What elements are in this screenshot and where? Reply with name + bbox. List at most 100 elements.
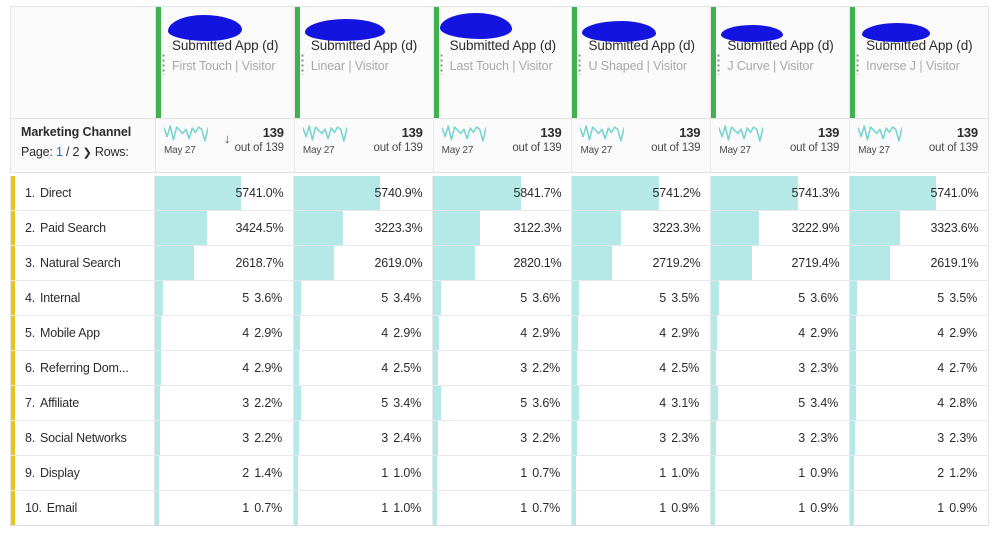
value-cell[interactable]: 1 1.0% [294,456,433,490]
table-row[interactable]: 10. Email 1 0.7% 1 1.0% 1 0.7% 1 0.9% 1 0.9% 1 0.9% [10,491,989,526]
table-row[interactable]: 7. Affiliate 3 2.2% 5 3.4% 5 3.6% 4 3.1% 5 3.4% 4 2.8… [10,386,989,421]
row-dimension-cell[interactable]: 5. Mobile App [10,316,155,350]
dimension-header-cell[interactable]: Marketing Channel Page: 1 / 2 ❯ Rows: [11,119,156,172]
chevron-right-icon[interactable]: ❯ [83,147,92,159]
value-cell[interactable]: 4 2.8% [850,386,989,420]
value-cell[interactable]: 5 3.4% [294,281,433,315]
value-cell[interactable]: 1 0.7% [433,456,572,490]
value-cell[interactable]: 32 22.9% [711,211,850,245]
value-cell[interactable]: 1 1.0% [294,491,433,525]
value-cell[interactable]: 26 19.1% [850,246,989,280]
row-dimension-cell[interactable]: 1. Direct [10,176,155,210]
value-cell[interactable]: 27 19.2% [572,246,711,280]
value-cell[interactable]: 5 3.5% [572,281,711,315]
metric-summary-6[interactable]: May 27 139 out of 139 [850,119,988,172]
row-dimension-cell[interactable]: 8. Social Networks [10,421,155,455]
table-row[interactable]: 5. Mobile App 4 2.9% 4 2.9% 4 2.9% 4 2.9% 4 2.9% 4 2.… [10,316,989,351]
metric-summary-3[interactable]: May 27 139 out of 139 [434,119,573,172]
column-drag-handle-icon[interactable] [856,53,860,75]
value-cell[interactable]: 1 1.0% [572,456,711,490]
value-cell[interactable]: 2 1.4% [155,456,294,490]
value-cell[interactable]: 57 41.2% [572,176,711,210]
value-cell[interactable]: 28 20.1% [433,246,572,280]
page-current[interactable]: 1 [56,145,63,159]
value-cell[interactable]: 5 3.6% [433,281,572,315]
column-header-3[interactable]: Submitted App (d) Last Touch | Visitor [433,7,573,118]
column-drag-handle-icon[interactable] [162,53,165,75]
metric-summary-2[interactable]: May 27 139 out of 139 [295,119,434,172]
value-cell[interactable]: 4 3.1% [572,386,711,420]
value-cell[interactable]: 4 2.5% [572,351,711,385]
row-dimension-cell[interactable]: 6. Referring Dom... [10,351,155,385]
table-row[interactable]: 1. Direct 57 41.0% 57 40.9% 58 41.7% 57 41.2% 57 41… [10,176,989,211]
value-cell[interactable]: 5 3.4% [711,386,850,420]
row-dimension-cell[interactable]: 10. Email [10,491,155,525]
value-cell[interactable]: 26 18.7% [155,246,294,280]
metric-summary-1[interactable]: May 27 ↓ 139 out of 139 [156,119,295,172]
column-header-2[interactable]: Submitted App (d) Linear | Visitor [294,7,434,118]
value-cell[interactable]: 4 2.9% [711,316,850,350]
table-row[interactable]: 8. Social Networks 3 2.2% 3 2.4% 3 2.2% 3 2.3% 3 2.… [10,421,989,456]
column-header-1[interactable]: Submitted App (d) First Touch | Visitor [156,7,295,118]
value-cell[interactable]: 3 2.2% [155,421,294,455]
value-cell[interactable]: 3 2.3% [711,351,850,385]
value-cell[interactable]: 5 3.4% [294,386,433,420]
column-drag-handle-icon[interactable] [300,53,304,75]
column-header-4[interactable]: Submitted App (d) U Shaped | Visitor [572,7,712,118]
value-cell[interactable]: 1 0.9% [711,491,850,525]
value-cell[interactable]: 32 23.3% [294,211,433,245]
value-cell[interactable]: 57 41.0% [850,176,989,210]
value-cell[interactable]: 5 3.6% [433,386,572,420]
value-cell[interactable]: 4 2.9% [155,316,294,350]
value-cell[interactable]: 1 0.7% [433,491,572,525]
value-cell[interactable]: 4 2.7% [850,351,989,385]
value-cell[interactable]: 1 0.9% [572,491,711,525]
value-cell[interactable]: 2 1.2% [850,456,989,490]
table-row[interactable]: 4. Internal 5 3.6% 5 3.4% 5 3.6% 5 3.5% 5 3.6% 5 3.5% [10,281,989,316]
value-cell[interactable]: 5 3.6% [711,281,850,315]
value-cell[interactable]: 4 2.9% [433,316,572,350]
value-cell[interactable]: 33 23.6% [850,211,989,245]
value-cell[interactable]: 57 40.9% [294,176,433,210]
column-header-5[interactable]: Submitted App (d) J Curve | Visitor [711,7,851,118]
row-dimension-cell[interactable]: 7. Affiliate [10,386,155,420]
row-dimension-cell[interactable]: 4. Internal [10,281,155,315]
table-row[interactable]: 9. Display 2 1.4% 1 1.0% 1 0.7% 1 1.0% 1 0.9% 2 1.2% [10,456,989,491]
value-cell[interactable]: 3 2.4% [294,421,433,455]
value-cell[interactable]: 4 2.9% [850,316,989,350]
value-cell[interactable]: 4 2.9% [572,316,711,350]
value-cell[interactable]: 3 2.3% [572,421,711,455]
row-dimension-cell[interactable]: 3. Natural Search [10,246,155,280]
value-cell[interactable]: 5 3.6% [155,281,294,315]
column-drag-handle-icon[interactable] [717,53,721,75]
value-cell[interactable]: 4 2.9% [294,316,433,350]
row-dimension-cell[interactable]: 9. Display [10,456,155,490]
value-cell[interactable]: 26 19.0% [294,246,433,280]
table-row[interactable]: 2. Paid Search 34 24.5% 32 23.3% 31 22.3% 32 23.3… [10,211,989,246]
value-cell[interactable]: 4 2.5% [294,351,433,385]
value-cell[interactable]: 31 22.3% [433,211,572,245]
table-row[interactable]: 3. Natural Search 26 18.7% 26 19.0% 28 20.1% 27 1… [10,246,989,281]
value-cell[interactable]: 27 19.4% [711,246,850,280]
value-cell[interactable]: 3 2.2% [433,421,572,455]
table-row[interactable]: 6. Referring Dom... 4 2.9% 4 2.5% 3 2.2% 4 2.5% 3 2… [10,351,989,386]
value-cell[interactable]: 57 41.0% [155,176,294,210]
row-dimension-cell[interactable]: 2. Paid Search [10,211,155,245]
value-cell[interactable]: 3 2.2% [433,351,572,385]
value-cell[interactable]: 1 0.9% [711,456,850,490]
value-cell[interactable]: 58 41.7% [433,176,572,210]
value-cell[interactable]: 3 2.3% [711,421,850,455]
value-cell[interactable]: 34 24.5% [155,211,294,245]
column-drag-handle-icon[interactable] [578,53,582,75]
value-cell[interactable]: 1 0.7% [155,491,294,525]
metric-summary-4[interactable]: May 27 139 out of 139 [572,119,712,172]
value-cell[interactable]: 1 0.9% [850,491,989,525]
column-drag-handle-icon[interactable] [439,53,443,75]
column-header-6[interactable]: Submitted App (d) Inverse J | Visitor [850,7,988,118]
value-cell[interactable]: 3 2.3% [850,421,989,455]
value-cell[interactable]: 5 3.5% [850,281,989,315]
value-cell[interactable]: 3 2.2% [155,386,294,420]
value-cell[interactable]: 4 2.9% [155,351,294,385]
value-cell[interactable]: 32 23.3% [572,211,711,245]
metric-summary-5[interactable]: May 27 139 out of 139 [711,119,851,172]
